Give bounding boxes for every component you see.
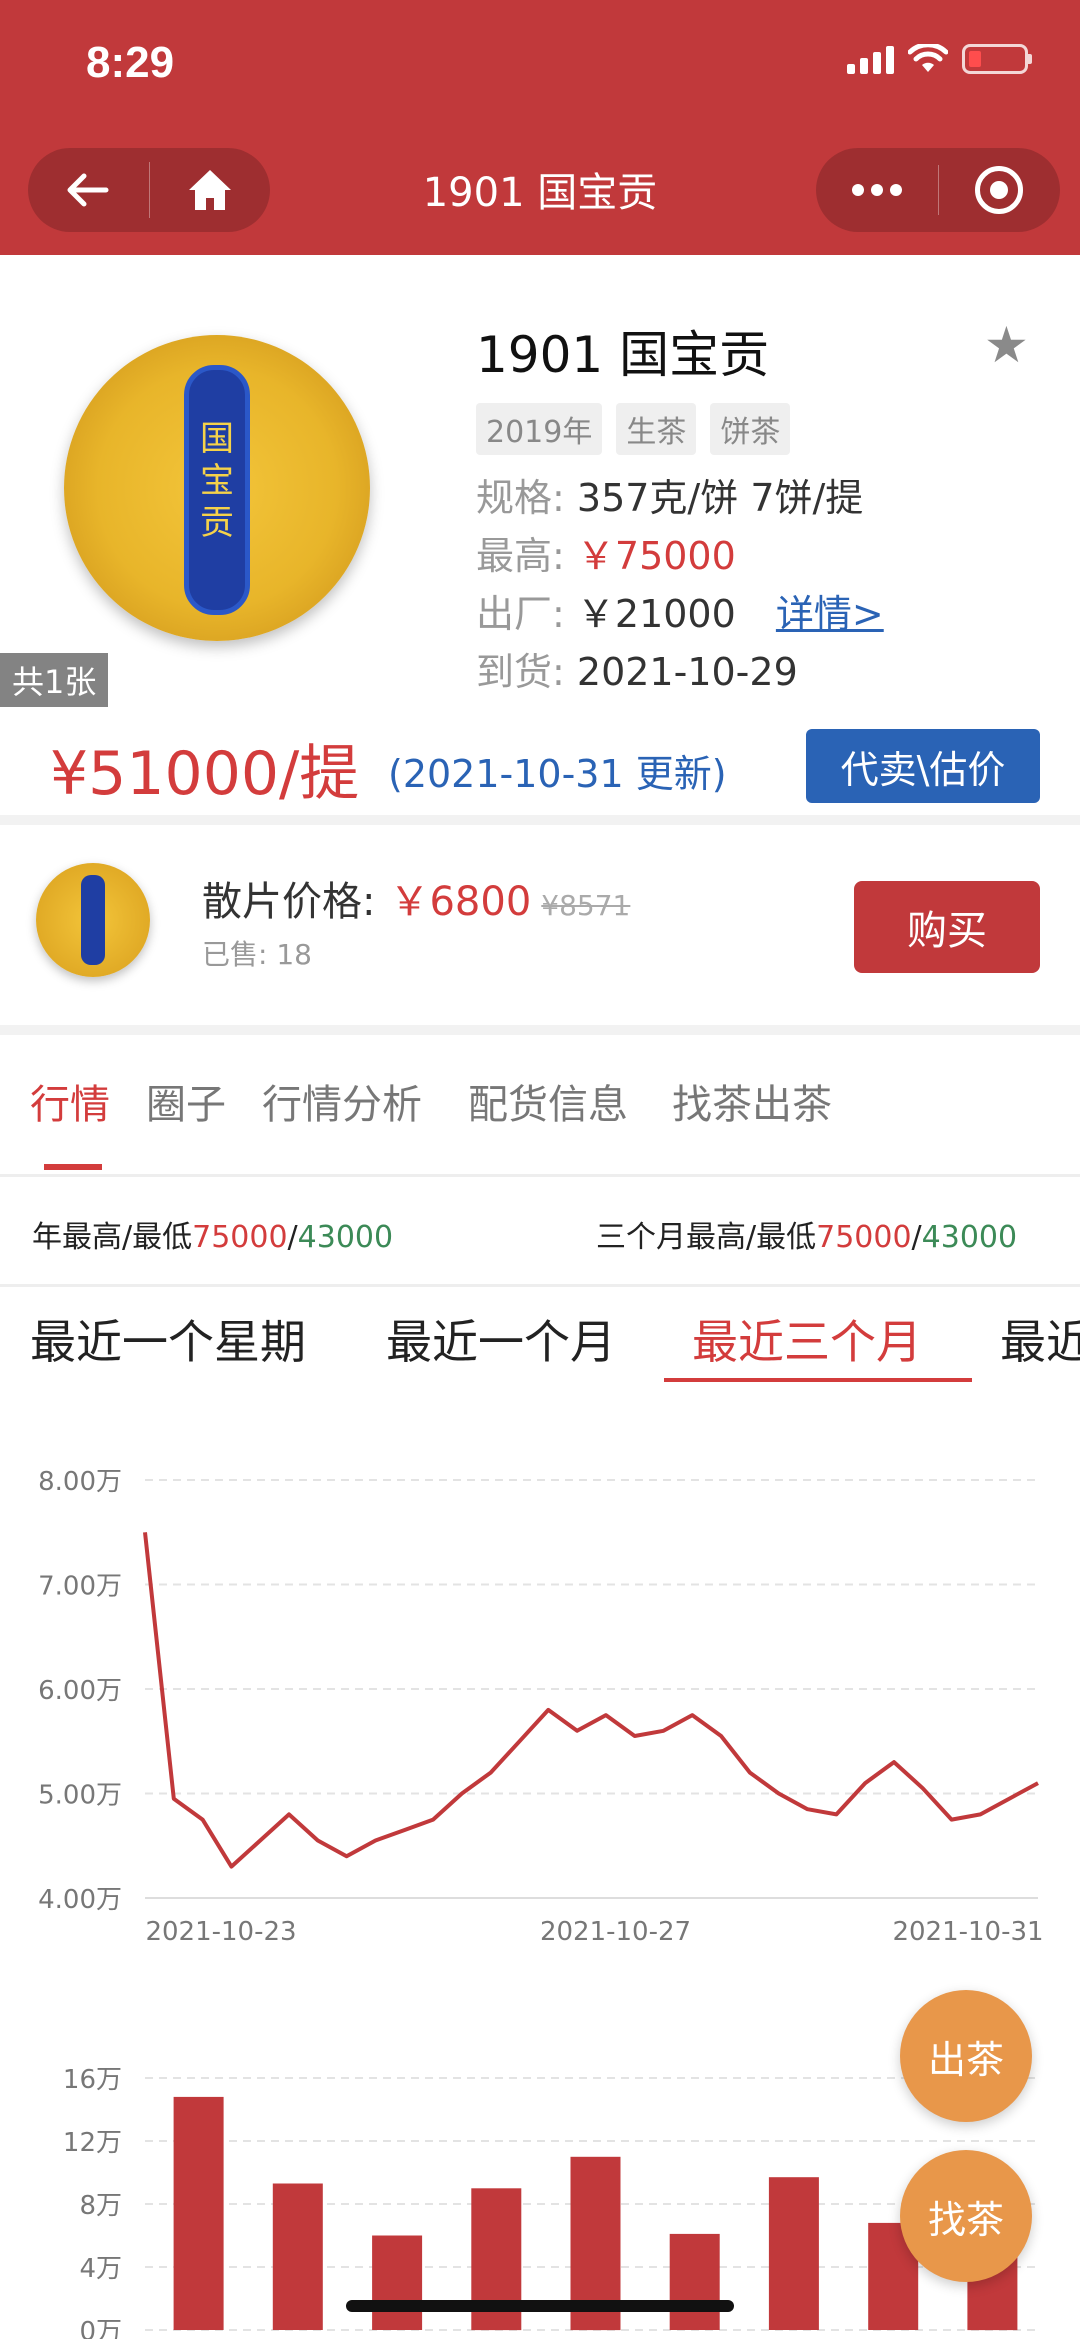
divider	[0, 1174, 1080, 1177]
quarter-low-value: 43000	[921, 1220, 1018, 1255]
content-tabs: 行情 圈子 行情分析 配货信息 找茶出茶	[0, 1072, 1080, 1172]
bar-y-tick-label: 16万	[63, 2065, 122, 2095]
volume-bar	[173, 2096, 224, 2330]
spec-row: 规格: 357克/饼 7饼/提	[476, 467, 863, 522]
line-y-tick-label: 5.00万	[38, 1781, 122, 1811]
status-time: 8:29	[86, 38, 175, 87]
high-value: ￥75000	[576, 534, 736, 578]
product-title: 1901 国宝贡	[476, 326, 770, 384]
tab-allocation[interactable]: 配货信息	[468, 1072, 628, 1130]
update-note: (2021-10-31 更新)	[388, 752, 727, 796]
status-icons	[847, 44, 1032, 74]
high-price-row: 最高: ￥75000	[476, 525, 736, 580]
tag-year: 2019年	[476, 403, 603, 455]
arrival-value: 2021-10-29	[576, 650, 798, 694]
period-selector: 最近一个星期 最近一个月 最近三个月 最近	[0, 1300, 1080, 1390]
buy-button[interactable]: 购买	[854, 881, 1040, 973]
period-week[interactable]: 最近一个星期	[30, 1306, 306, 1372]
bar-y-tick-label: 12万	[63, 2128, 122, 2158]
home-indicator	[346, 2300, 734, 2312]
line-y-tick-label: 8.00万	[38, 1467, 122, 1497]
quarter-high-low: 三个月最高/最低75000/43000	[596, 1212, 1017, 1256]
find-tea-fab[interactable]: 找茶	[900, 2150, 1032, 2282]
close-miniprogram-button[interactable]	[939, 166, 1061, 214]
tag-type: 生茶	[616, 403, 697, 455]
bar-y-tick-label: 8万	[79, 2191, 122, 2221]
slash: /	[911, 1220, 922, 1255]
year-high-low: 年最高/最低75000/43000	[32, 1212, 393, 1256]
favorite-star-icon[interactable]: ★	[984, 319, 1036, 371]
wifi-icon	[908, 44, 948, 72]
battery-icon	[962, 44, 1032, 74]
price-line-series	[143, 1532, 1039, 1869]
factory-value: ￥21000	[576, 592, 736, 636]
line-x-tick-label: 2021-10-31	[892, 1917, 1043, 1947]
line-y-tick-label: 6.00万	[38, 1676, 122, 1706]
current-price: ¥51000/提	[50, 739, 360, 809]
line-x-tick-label: 2021-10-23	[145, 1917, 296, 1947]
line-y-tick-label: 7.00万	[38, 1572, 122, 1602]
nav-right-capsule	[816, 148, 1060, 232]
more-dots-icon	[851, 184, 902, 196]
volume-bar	[669, 2233, 720, 2330]
period-more[interactable]: 最近	[1000, 1306, 1080, 1372]
year-high-low-label: 年最高/最低	[32, 1220, 193, 1255]
loose-price-card: 散片价格: ￥6800 ¥8571 已售: 18 购买	[0, 825, 1080, 1025]
line-x-tick-label: 2021-10-27	[540, 1917, 691, 1947]
year-high-value: 75000	[192, 1220, 288, 1255]
product-image[interactable]: 国宝贡	[64, 335, 370, 641]
period-three-months[interactable]: 最近三个月	[692, 1306, 922, 1372]
section-divider	[0, 1025, 1080, 1035]
spec-label: 规格:	[476, 476, 565, 520]
loose-price-row: 散片价格: ￥6800 ¥8571	[202, 869, 630, 927]
active-tab-indicator	[44, 1164, 102, 1170]
year-low-value: 43000	[297, 1220, 394, 1255]
signal-icon	[847, 44, 894, 74]
volume-bar	[768, 2177, 819, 2330]
sold-count: 已售: 18	[202, 938, 312, 971]
product-tags: 2019年 生茶 饼茶	[476, 403, 791, 455]
volume-bar	[372, 2235, 423, 2330]
loose-price-label: 散片价格:	[202, 879, 376, 925]
photo-count-badge[interactable]: 共1张	[0, 653, 109, 707]
slash: /	[287, 1220, 298, 1255]
high-label: 最高:	[476, 534, 565, 578]
spec-value: 357克/饼 7饼/提	[576, 476, 864, 520]
loose-product-image	[36, 863, 150, 977]
period-month[interactable]: 最近一个月	[386, 1306, 616, 1372]
line-y-tick-label: 4.00万	[38, 1885, 122, 1915]
arrival-row: 到货: 2021-10-29	[476, 641, 798, 696]
target-icon	[975, 166, 1024, 214]
more-button[interactable]	[816, 184, 938, 196]
arrival-label: 到货:	[476, 650, 565, 694]
tab-analysis[interactable]: 行情分析	[262, 1072, 422, 1130]
bar-y-tick-label: 4万	[79, 2254, 122, 2284]
detail-link[interactable]: 详情>	[776, 592, 884, 636]
loose-original-price: ¥8571	[541, 889, 631, 922]
factory-label: 出厂:	[476, 592, 565, 636]
consign-estimate-button[interactable]: 代卖\估价	[806, 729, 1040, 803]
product-card: 国宝贡 共1张 1901 国宝贡 ★ 2019年 生茶 饼茶 规格: 357克/…	[0, 255, 1080, 815]
loose-price-value: ￥6800	[389, 879, 532, 925]
tag-shape: 饼茶	[710, 403, 791, 455]
factory-price-row: 出厂: ￥21000 详情>	[476, 583, 884, 638]
tab-circle[interactable]: 圈子	[146, 1072, 226, 1130]
active-period-indicator	[664, 1378, 972, 1382]
tab-find-tea[interactable]: 找茶出茶	[672, 1072, 832, 1130]
quarter-high-low-label: 三个月最高/最低	[596, 1220, 817, 1255]
bar-y-tick-label: 0万	[79, 2317, 122, 2339]
section-divider	[0, 815, 1080, 825]
sell-tea-fab[interactable]: 出茶	[900, 1990, 1032, 2122]
quarter-high-value: 75000	[816, 1220, 912, 1255]
volume-bar	[272, 2183, 323, 2330]
divider	[0, 1284, 1080, 1287]
header: 8:29 1901 国宝贡	[0, 0, 1080, 255]
tab-market[interactable]: 行情	[30, 1072, 110, 1130]
